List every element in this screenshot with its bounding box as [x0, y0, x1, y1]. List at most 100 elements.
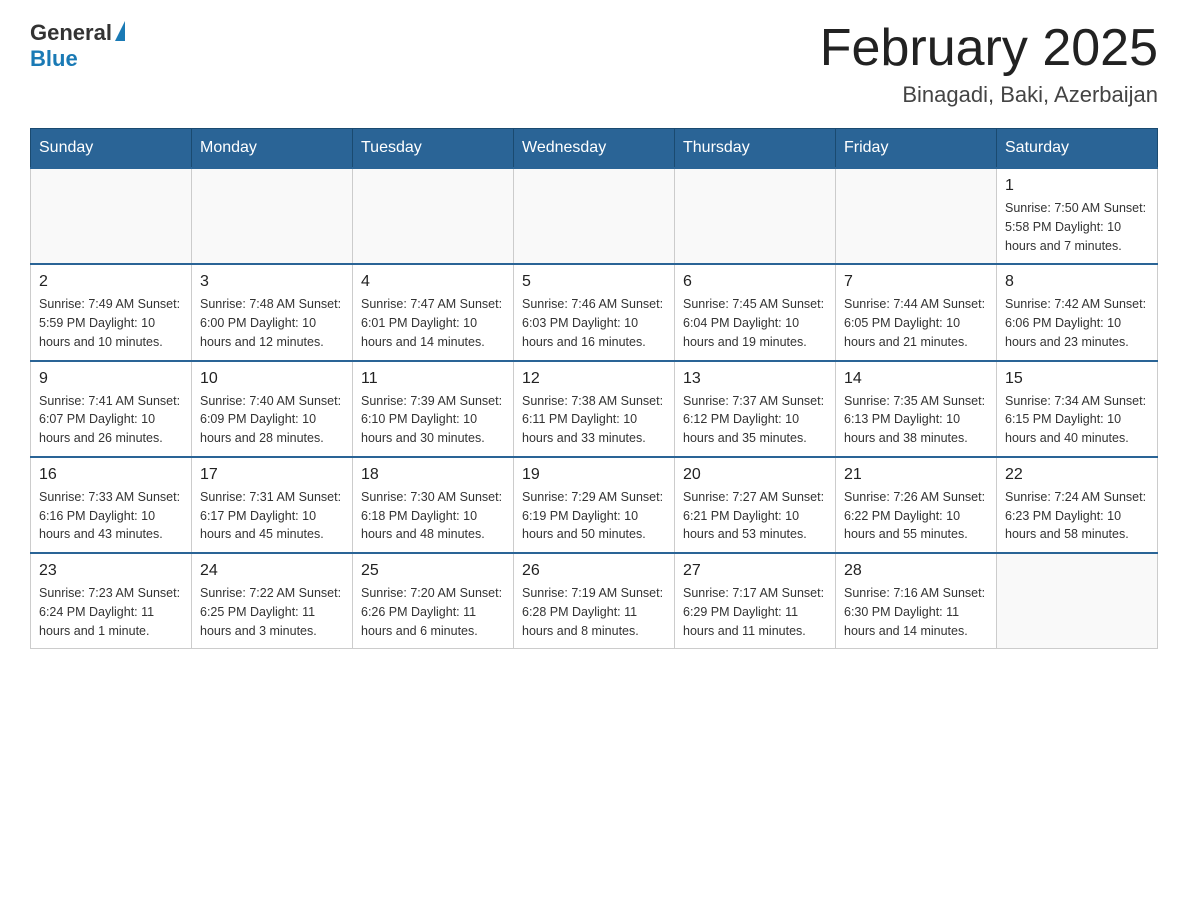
day-number: 8: [1005, 273, 1149, 291]
day-number: 4: [361, 273, 505, 291]
day-number: 25: [361, 562, 505, 580]
day-cell: [514, 168, 675, 264]
day-cell: 15 Sunrise: 7:34 AM Sunset: 6:15 PM Dayli…: [997, 361, 1158, 457]
day-cell: 20 Sunrise: 7:27 AM Sunset: 6:21 PM Dayli…: [675, 457, 836, 553]
col-header-tuesday: Tuesday: [353, 129, 514, 169]
day-info: Sunrise: 7:48 AM Sunset: 6:00 PM Dayligh…: [200, 295, 344, 351]
day-cell: 28 Sunrise: 7:16 AM Sunset: 6:30 PM Dayli…: [836, 553, 997, 649]
day-info: Sunrise: 7:20 AM Sunset: 6:26 PM Dayligh…: [361, 584, 505, 640]
week-row-2: 2 Sunrise: 7:49 AM Sunset: 5:59 PM Daylig…: [31, 264, 1158, 360]
day-info: Sunrise: 7:46 AM Sunset: 6:03 PM Dayligh…: [522, 295, 666, 351]
day-number: 12: [522, 370, 666, 388]
title-section: February 2025 Binagadi, Baki, Azerbaijan: [820, 20, 1158, 108]
day-number: 24: [200, 562, 344, 580]
day-info: Sunrise: 7:50 AM Sunset: 5:58 PM Dayligh…: [1005, 199, 1149, 255]
day-number: 14: [844, 370, 988, 388]
logo-blue-text: Blue: [30, 46, 78, 72]
day-cell: 13 Sunrise: 7:37 AM Sunset: 6:12 PM Dayli…: [675, 361, 836, 457]
day-cell: [353, 168, 514, 264]
day-info: Sunrise: 7:35 AM Sunset: 6:13 PM Dayligh…: [844, 392, 988, 448]
day-number: 26: [522, 562, 666, 580]
day-cell: [192, 168, 353, 264]
day-cell: 10Sunrise: 7:40 AM Sunset: 6:09 PM Dayli…: [192, 361, 353, 457]
day-info: Sunrise: 7:39 AM Sunset: 6:10 PM Dayligh…: [361, 392, 505, 448]
day-cell: 2 Sunrise: 7:49 AM Sunset: 5:59 PM Daylig…: [31, 264, 192, 360]
day-cell: 23Sunrise: 7:23 AM Sunset: 6:24 PM Dayli…: [31, 553, 192, 649]
day-cell: 8 Sunrise: 7:42 AM Sunset: 6:06 PM Daylig…: [997, 264, 1158, 360]
week-row-5: 23Sunrise: 7:23 AM Sunset: 6:24 PM Dayli…: [31, 553, 1158, 649]
day-cell: 3Sunrise: 7:48 AM Sunset: 6:00 PM Daylig…: [192, 264, 353, 360]
day-info: Sunrise: 7:33 AM Sunset: 6:16 PM Dayligh…: [39, 488, 183, 544]
day-number: 5: [522, 273, 666, 291]
day-info: Sunrise: 7:45 AM Sunset: 6:04 PM Dayligh…: [683, 295, 827, 351]
col-header-saturday: Saturday: [997, 129, 1158, 169]
day-cell: 21 Sunrise: 7:26 AM Sunset: 6:22 PM Dayli…: [836, 457, 997, 553]
day-cell: 22 Sunrise: 7:24 AM Sunset: 6:23 PM Dayli…: [997, 457, 1158, 553]
day-number: 15: [1005, 370, 1149, 388]
day-number: 20: [683, 466, 827, 484]
day-cell: 16 Sunrise: 7:33 AM Sunset: 6:16 PM Dayli…: [31, 457, 192, 553]
day-info: Sunrise: 7:26 AM Sunset: 6:22 PM Dayligh…: [844, 488, 988, 544]
day-info: Sunrise: 7:31 AM Sunset: 6:17 PM Dayligh…: [200, 488, 344, 544]
day-number: 17: [200, 466, 344, 484]
day-cell: 7 Sunrise: 7:44 AM Sunset: 6:05 PM Daylig…: [836, 264, 997, 360]
col-header-friday: Friday: [836, 129, 997, 169]
day-info: Sunrise: 7:44 AM Sunset: 6:05 PM Dayligh…: [844, 295, 988, 351]
day-cell: [675, 168, 836, 264]
day-cell: 6 Sunrise: 7:45 AM Sunset: 6:04 PM Daylig…: [675, 264, 836, 360]
day-number: 11: [361, 370, 505, 388]
day-number: 13: [683, 370, 827, 388]
day-cell: 17 Sunrise: 7:31 AM Sunset: 6:17 PM Dayli…: [192, 457, 353, 553]
day-info: Sunrise: 7:22 AM Sunset: 6:25 PM Dayligh…: [200, 584, 344, 640]
day-info: Sunrise: 7:42 AM Sunset: 6:06 PM Dayligh…: [1005, 295, 1149, 351]
col-header-wednesday: Wednesday: [514, 129, 675, 169]
day-info: Sunrise: 7:23 AM Sunset: 6:24 PM Dayligh…: [39, 584, 183, 640]
day-cell: 4 Sunrise: 7:47 AM Sunset: 6:01 PM Daylig…: [353, 264, 514, 360]
day-number: 16: [39, 466, 183, 484]
day-number: 27: [683, 562, 827, 580]
week-row-1: 1 Sunrise: 7:50 AM Sunset: 5:58 PM Daylig…: [31, 168, 1158, 264]
day-info: Sunrise: 7:24 AM Sunset: 6:23 PM Dayligh…: [1005, 488, 1149, 544]
day-number: 9: [39, 370, 183, 388]
col-header-thursday: Thursday: [675, 129, 836, 169]
day-info: Sunrise: 7:47 AM Sunset: 6:01 PM Dayligh…: [361, 295, 505, 351]
day-cell: 18Sunrise: 7:30 AM Sunset: 6:18 PM Dayli…: [353, 457, 514, 553]
day-info: Sunrise: 7:34 AM Sunset: 6:15 PM Dayligh…: [1005, 392, 1149, 448]
day-info: Sunrise: 7:30 AM Sunset: 6:18 PM Dayligh…: [361, 488, 505, 544]
day-cell: 19Sunrise: 7:29 AM Sunset: 6:19 PM Dayli…: [514, 457, 675, 553]
day-info: Sunrise: 7:41 AM Sunset: 6:07 PM Dayligh…: [39, 392, 183, 448]
day-cell: 11 Sunrise: 7:39 AM Sunset: 6:10 PM Dayli…: [353, 361, 514, 457]
day-number: 1: [1005, 177, 1149, 195]
day-cell: 12 Sunrise: 7:38 AM Sunset: 6:11 PM Dayli…: [514, 361, 675, 457]
day-cell: 25 Sunrise: 7:20 AM Sunset: 6:26 PM Dayli…: [353, 553, 514, 649]
day-info: Sunrise: 7:19 AM Sunset: 6:28 PM Dayligh…: [522, 584, 666, 640]
day-info: Sunrise: 7:27 AM Sunset: 6:21 PM Dayligh…: [683, 488, 827, 544]
day-info: Sunrise: 7:37 AM Sunset: 6:12 PM Dayligh…: [683, 392, 827, 448]
day-info: Sunrise: 7:49 AM Sunset: 5:59 PM Dayligh…: [39, 295, 183, 351]
week-row-4: 16 Sunrise: 7:33 AM Sunset: 6:16 PM Dayli…: [31, 457, 1158, 553]
week-row-3: 9 Sunrise: 7:41 AM Sunset: 6:07 PM Daylig…: [31, 361, 1158, 457]
day-cell: 27Sunrise: 7:17 AM Sunset: 6:29 PM Dayli…: [675, 553, 836, 649]
day-number: 28: [844, 562, 988, 580]
day-cell: 1 Sunrise: 7:50 AM Sunset: 5:58 PM Daylig…: [997, 168, 1158, 264]
day-cell: 14 Sunrise: 7:35 AM Sunset: 6:13 PM Dayli…: [836, 361, 997, 457]
day-info: Sunrise: 7:40 AM Sunset: 6:09 PM Dayligh…: [200, 392, 344, 448]
day-number: 2: [39, 273, 183, 291]
logo: General Blue: [30, 20, 125, 72]
calendar-header-row: SundayMondayTuesdayWednesdayThursdayFrid…: [31, 129, 1158, 169]
page-header: General Blue February 2025 Binagadi, Bak…: [30, 20, 1158, 108]
col-header-monday: Monday: [192, 129, 353, 169]
day-number: 6: [683, 273, 827, 291]
day-number: 19: [522, 466, 666, 484]
location-label: Binagadi, Baki, Azerbaijan: [820, 82, 1158, 108]
calendar-table: SundayMondayTuesdayWednesdayThursdayFrid…: [30, 128, 1158, 649]
day-cell: [997, 553, 1158, 649]
day-number: 21: [844, 466, 988, 484]
month-title: February 2025: [820, 20, 1158, 77]
day-info: Sunrise: 7:38 AM Sunset: 6:11 PM Dayligh…: [522, 392, 666, 448]
day-number: 22: [1005, 466, 1149, 484]
day-cell: 26 Sunrise: 7:19 AM Sunset: 6:28 PM Dayli…: [514, 553, 675, 649]
day-number: 7: [844, 273, 988, 291]
day-info: Sunrise: 7:16 AM Sunset: 6:30 PM Dayligh…: [844, 584, 988, 640]
logo-general-text: General: [30, 20, 112, 46]
